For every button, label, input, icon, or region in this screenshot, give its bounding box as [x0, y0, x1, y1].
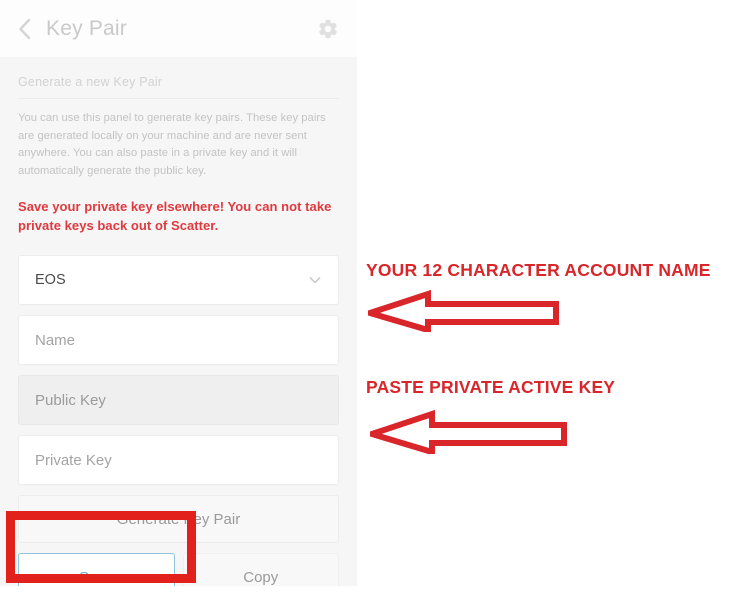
key-pair-form: EOS Name Public Key Private Key Generate… [18, 255, 339, 586]
public-key-input-placeholder: Public Key [35, 391, 106, 409]
generate-key-pair-button[interactable]: Generate Key Pair [18, 495, 339, 544]
name-input-placeholder: Name [35, 331, 76, 349]
panel-warning: Save your private key elsewhere! You can… [18, 198, 332, 233]
public-key-input[interactable]: Public Key [18, 375, 339, 426]
left-arrow-annotation-private-key [370, 409, 567, 454]
blockchain-select[interactable]: EOS [18, 255, 339, 306]
section-label: Generate a new Key Pair [18, 75, 339, 99]
chevron-down-icon [308, 273, 322, 287]
panel-description: You can use this panel to generate key p… [18, 112, 326, 178]
private-key-input[interactable]: Private Key [18, 435, 339, 486]
chevron-left-icon[interactable] [14, 16, 36, 42]
panel-header: Key Pair [0, 0, 357, 57]
scatter-key-pair-panel: Key Pair Generate a new Key Pair You can… [0, 0, 357, 586]
annotation-label-private-key: PASTE PRIVATE ACTIVE KEY [366, 377, 616, 397]
save-button[interactable]: Save [18, 553, 175, 586]
left-arrow-annotation-account-name [368, 289, 559, 332]
annotation-label-account-name: YOUR 12 CHARACTER ACCOUNT NAME [366, 260, 711, 280]
gear-icon[interactable] [315, 16, 341, 42]
private-key-input-placeholder: Private Key [35, 451, 112, 469]
action-button-row: Save Copy [18, 553, 339, 586]
blockchain-select-value: EOS [35, 272, 66, 289]
copy-button[interactable]: Copy [182, 553, 339, 586]
panel-body: Generate a new Key Pair You can use this… [0, 57, 357, 586]
page-title: Key Pair [46, 17, 127, 40]
name-input[interactable]: Name [18, 315, 339, 366]
